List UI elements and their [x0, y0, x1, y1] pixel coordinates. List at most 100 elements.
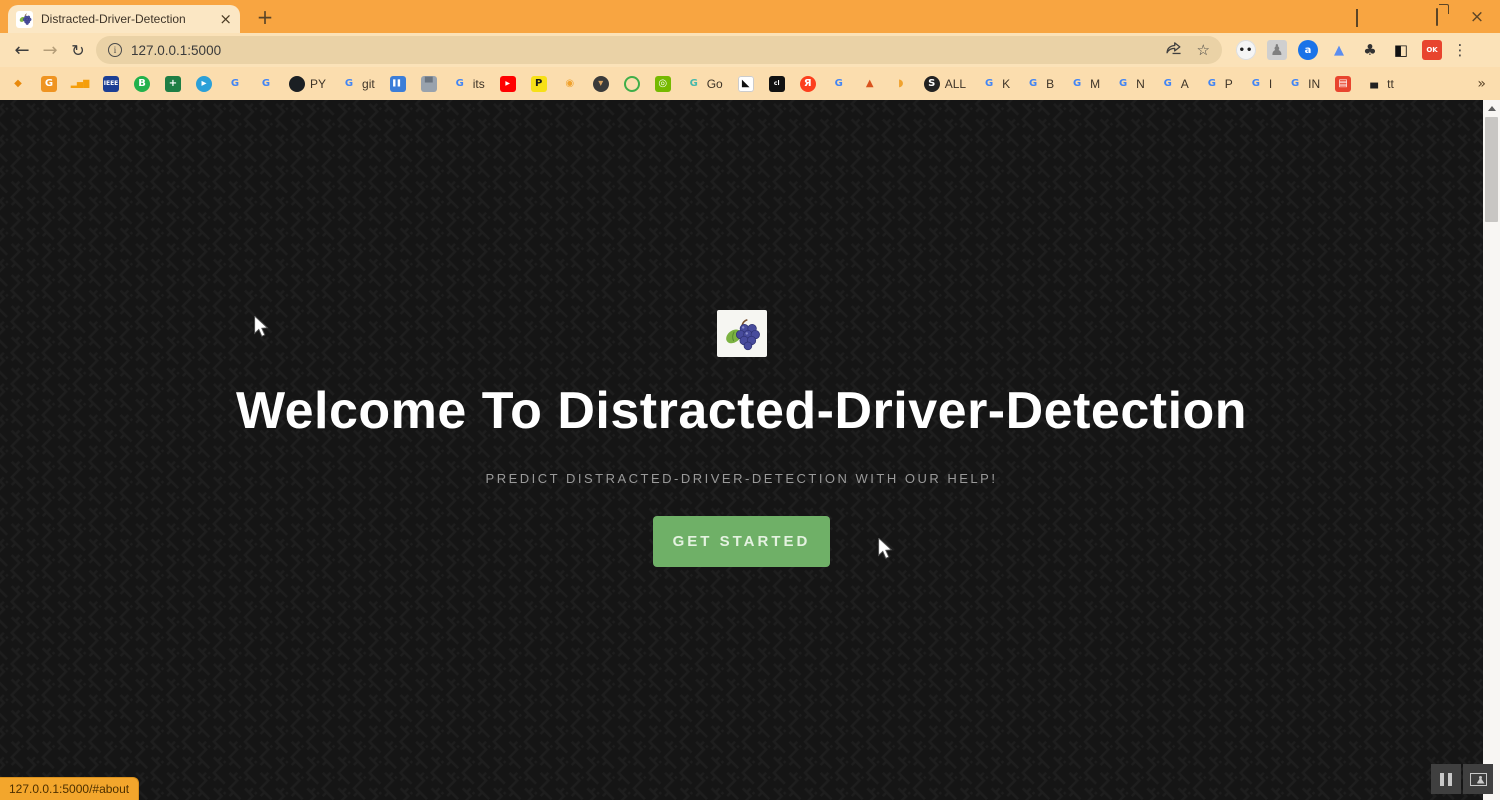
google-git-bookmark[interactable]: Ggit: [341, 76, 375, 92]
picture-in-picture-button[interactable]: [1463, 764, 1493, 794]
google-icon: G: [261, 77, 271, 89]
orange-box-bookmark[interactable]: G: [41, 75, 57, 92]
google-b-icon: G: [1028, 77, 1038, 89]
telegram-bookmark[interactable]: ▸: [196, 75, 212, 92]
briefcase-bookmark[interactable]: ▀: [420, 75, 437, 92]
nvidia-bookmark[interactable]: ◎: [654, 75, 671, 92]
play-logo-icon: ◆: [14, 77, 22, 89]
ieee-bookmark[interactable]: IEEE: [103, 75, 119, 92]
histogram-extension-icon[interactable]: ▲: [1329, 40, 1349, 60]
bookmark-label: its: [472, 76, 485, 91]
restore-button[interactable]: [1428, 7, 1446, 26]
a-circle-extension-icon[interactable]: a: [1298, 40, 1318, 60]
google-i-bookmark[interactable]: GI: [1248, 76, 1272, 92]
google-n-bookmark[interactable]: GN: [1115, 76, 1145, 92]
google-m-icon: G: [1073, 77, 1082, 89]
sheets-bookmark[interactable]: +: [165, 75, 181, 92]
google-its-bookmark[interactable]: Gits: [452, 76, 485, 92]
cart-dark-bookmark[interactable]: ▾: [592, 75, 609, 92]
bookmark-label: N: [1136, 76, 1145, 91]
google-bookmark[interactable]: G: [258, 76, 274, 92]
extensions-strip: •• ♟ a ▲ ♣ ◧ OK: [1236, 40, 1442, 60]
okok-extension-icon[interactable]: OK: [1422, 40, 1442, 60]
bookmarks-overflow-chevron[interactable]: »: [1477, 76, 1490, 92]
camera-bookmark[interactable]: ◉: [562, 76, 578, 92]
google-n-icon: G: [1119, 77, 1128, 89]
bookmark-label: Go: [706, 76, 723, 91]
youtube-icon: ▶: [499, 75, 516, 92]
browser-tab[interactable]: Distracted-Driver-Detection ×: [8, 5, 240, 33]
url-text[interactable]: 127.0.0.1:5000: [131, 43, 1165, 58]
address-bar[interactable]: i 127.0.0.1:5000 ☆: [96, 36, 1222, 64]
dark-reader-icon: ◧: [1393, 41, 1409, 59]
github-py-icon: [289, 75, 305, 92]
scrollbar-thumb[interactable]: [1485, 117, 1498, 222]
google-p-bookmark[interactable]: GP: [1204, 76, 1233, 92]
page-scrollbar[interactable]: [1483, 100, 1500, 800]
google-a-bookmark[interactable]: GA: [1160, 76, 1189, 92]
matlab-bookmark[interactable]: ▲: [862, 76, 878, 92]
ieee-icon: IEEE: [103, 75, 119, 92]
bookmark-label: I: [1268, 76, 1273, 91]
blue-banner-bookmark[interactable]: ▌▌: [389, 75, 406, 92]
dark-reader-extension-icon[interactable]: ◧: [1391, 40, 1411, 60]
reload-button[interactable]: ↻: [64, 36, 92, 64]
google-bookmark[interactable]: G: [831, 76, 847, 92]
bookmark-label: tt: [1387, 76, 1394, 91]
google-b-bookmark[interactable]: GB: [1025, 76, 1054, 92]
google-i-icon: G: [1251, 77, 1260, 89]
close-window-button[interactable]: ×: [1468, 7, 1486, 27]
scrollbar-up-arrow[interactable]: [1483, 100, 1500, 116]
go-teal-bookmark[interactable]: G Go: [686, 76, 723, 92]
sheets-icon: +: [165, 75, 181, 92]
site-info-icon[interactable]: i: [108, 43, 122, 57]
chrome-menu-icon[interactable]: ⋮: [1452, 41, 1468, 59]
bookmark-label: M: [1090, 76, 1101, 91]
google-in-bookmark[interactable]: G IN: [1287, 76, 1320, 92]
new-tab-button[interactable]: +: [252, 4, 278, 30]
bird-icon: ◣: [737, 75, 754, 92]
bus-tt-bookmark[interactable]: ▄ tt: [1366, 76, 1394, 92]
share-icon[interactable]: [1165, 40, 1183, 61]
cl-icon: cl: [768, 75, 785, 92]
google-bookmark[interactable]: G: [227, 76, 243, 92]
bird-bookmark[interactable]: ◣: [737, 75, 754, 92]
orange-box-icon: G: [41, 75, 57, 92]
google-p-icon: G: [1207, 77, 1216, 89]
bookmarks-bar: ◆ G ▂▅▇ IEEE B + ▸ G G PY Ggit ▌▌ ▀ Gits ▶ P ◉ ▾ ◎ G Go ◣ cl Я G…: [0, 67, 1500, 100]
cl-bookmark[interactable]: cl: [768, 75, 785, 92]
tab-close-icon[interactable]: ×: [219, 11, 232, 27]
github-py-bookmark[interactable]: PY: [289, 75, 326, 92]
back-button[interactable]: ←: [8, 36, 36, 64]
bookmark-star-icon[interactable]: ☆: [1197, 41, 1210, 59]
tab-search-chevron-icon[interactable]: [1348, 8, 1366, 27]
google-icon: G: [834, 77, 843, 89]
google-m-bookmark[interactable]: GM: [1069, 76, 1100, 92]
youtube-bookmark[interactable]: ▶: [499, 75, 516, 92]
p-yellow-bookmark[interactable]: P: [530, 75, 547, 92]
green-b-bookmark[interactable]: B: [134, 75, 150, 92]
green-ring-bookmark[interactable]: [623, 75, 640, 92]
okok-icon: OK: [1422, 40, 1442, 60]
red-badge-bookmark[interactable]: ▤: [1335, 75, 1352, 92]
puzzle-extensions-icon[interactable]: ♣: [1360, 40, 1380, 60]
person-extension-icon[interactable]: ♟: [1267, 40, 1287, 60]
tab-strip: Distracted-Driver-Detection × + ×: [0, 0, 1500, 33]
bookmark-label: B: [1046, 76, 1055, 91]
get-started-button[interactable]: GET STARTED: [653, 516, 830, 567]
play-logo-bookmark[interactable]: ◆: [10, 76, 26, 92]
hand-bookmark[interactable]: ◗: [893, 76, 909, 92]
pause-button[interactable]: [1431, 764, 1461, 794]
panda-extension-icon[interactable]: ••: [1236, 40, 1256, 60]
status-link-bubble: 127.0.0.1:5000/#about: [0, 777, 140, 800]
p-yellow-icon: P: [530, 75, 547, 92]
matlab-icon: ▲: [865, 77, 874, 89]
browser-toolbar: ← → ↻ i 127.0.0.1:5000 ☆ •• ♟ a ▲ ♣ ◧ OK ⋮: [0, 33, 1500, 67]
histogram-icon: ▲: [1334, 42, 1344, 58]
browser-window: Distracted-Driver-Detection × + × ← → ↻ …: [0, 0, 1500, 800]
bar-chart-bookmark[interactable]: ▂▅▇: [71, 76, 89, 92]
bookmark-label: ALL: [944, 76, 967, 91]
s-all-bookmark[interactable]: S ALL: [923, 75, 967, 92]
yandex-bookmark[interactable]: Я: [799, 75, 816, 92]
google-k-bookmark[interactable]: GK: [981, 76, 1010, 92]
